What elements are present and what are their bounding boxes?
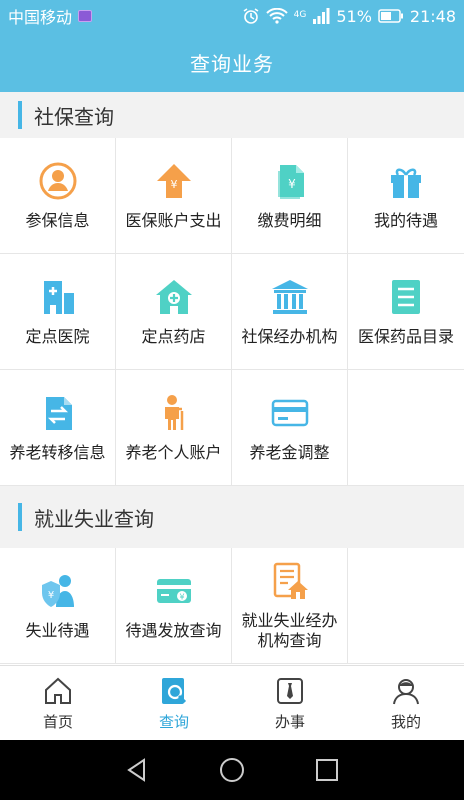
home-icon	[45, 677, 71, 704]
grid-empty-cell	[348, 548, 464, 664]
gift-icon	[391, 168, 421, 198]
transfer-document-icon	[45, 396, 72, 430]
tie-icon	[277, 677, 303, 704]
search-doc-icon	[162, 677, 187, 704]
grid-item-label: 待遇发放查询	[125, 620, 222, 640]
grid-item-label: 定点药店	[141, 326, 206, 346]
social-security-grid: 参保信息 ¥ 医保账户支出 ¥ 缴费明细 我的待遇 定点医院 定点药店 社保经办…	[0, 138, 464, 486]
recents-icon[interactable]	[314, 757, 340, 783]
yuan-document-icon: ¥	[275, 164, 304, 199]
grid-empty-cell	[348, 370, 464, 486]
hospital-icon	[43, 280, 74, 314]
status-bar: 中国移动 4G 51% 21:48	[0, 0, 464, 32]
section-title: 就业失业查询	[34, 506, 154, 531]
section-header-social-security: 社保查询	[0, 92, 464, 138]
svg-text:¥: ¥	[47, 590, 53, 601]
grid-item-payment-details[interactable]: ¥ 缴费明细	[232, 138, 348, 254]
grid-item-label: 参保信息	[25, 210, 90, 230]
tab-query[interactable]: 查询	[116, 666, 232, 740]
card-icon	[271, 399, 308, 426]
grid-item-label: 就业失业经办机构查询	[241, 610, 338, 650]
grid-item-designated-hospital[interactable]: 定点医院	[0, 254, 116, 370]
grid-item-designated-pharmacy[interactable]: 定点药店	[116, 254, 232, 370]
tab-label: 查询	[158, 712, 189, 731]
grid-item-label: 养老转移信息	[9, 442, 106, 462]
section-accent-bar	[18, 101, 22, 129]
section-accent-bar	[18, 503, 22, 531]
grid-item-label: 养老个人账户	[125, 442, 222, 462]
section-title: 社保查询	[34, 104, 114, 129]
yuan-card-icon: ¥	[156, 578, 191, 603]
pharmacy-icon	[155, 279, 192, 314]
signal-icon	[313, 8, 330, 24]
svg-text:¥: ¥	[179, 592, 184, 601]
grid-item-payment-query[interactable]: ¥ 待遇发放查询	[116, 548, 232, 664]
grid-item-insurance-info[interactable]: 参保信息	[0, 138, 116, 254]
grid-item-label: 我的待遇	[373, 210, 438, 230]
tab-label: 办事	[274, 712, 305, 731]
grid-item-my-benefits[interactable]: 我的待遇	[348, 138, 464, 254]
clock: 21:48	[409, 6, 456, 26]
grid-item-pension-account[interactable]: 养老个人账户	[116, 370, 232, 486]
page-title: 查询业务	[190, 51, 274, 76]
network-type: 4G	[293, 9, 307, 20]
system-nav-bar	[0, 740, 464, 800]
message-notification-icon	[78, 10, 93, 22]
employment-grid: ¥ 失业待遇 ¥ 待遇发放查询 就业失业经办机构查询	[0, 548, 464, 665]
grid-item-pension-adjustment[interactable]: 养老金调整	[232, 370, 348, 486]
user-icon	[393, 678, 419, 704]
grid-item-label: 医保账户支出	[125, 210, 222, 230]
grid-item-label: 定点医院	[25, 326, 90, 346]
section-header-employment: 就业失业查询	[0, 486, 464, 548]
grid-item-medical-expense[interactable]: ¥ 医保账户支出	[116, 138, 232, 254]
grid-item-employment-agency[interactable]: 就业失业经办机构查询	[232, 548, 348, 664]
grid-item-label: 缴费明细	[257, 210, 322, 230]
grid-item-label: 养老金调整	[249, 442, 330, 462]
elderly-person-icon	[164, 394, 183, 430]
back-icon[interactable]	[124, 757, 150, 783]
battery-icon	[378, 9, 403, 23]
grid-item-drug-catalog[interactable]: 医保药品目录	[348, 254, 464, 370]
grid-item-label: 失业待遇	[25, 620, 90, 640]
person-shield-icon: ¥	[41, 574, 74, 607]
tab-mine[interactable]: 我的	[348, 666, 464, 740]
page-title-bar: 查询业务	[0, 32, 464, 92]
carrier-name: 中国移动	[8, 8, 73, 27]
grid-item-label: 社保经办机构	[241, 326, 338, 346]
yuan-up-arrow-icon: ¥	[156, 163, 191, 198]
tab-services[interactable]: 办事	[232, 666, 348, 740]
home-circle-icon[interactable]	[219, 757, 245, 783]
tab-home[interactable]: 首页	[0, 666, 116, 740]
grid-item-pension-transfer[interactable]: 养老转移信息	[0, 370, 116, 486]
house-document-icon	[273, 562, 308, 599]
tab-label: 首页	[42, 712, 73, 731]
bank-icon	[271, 279, 308, 314]
bottom-tab-bar: 首页 查询 办事 我的	[0, 665, 464, 740]
svg-text:¥: ¥	[170, 178, 177, 191]
grid-item-agency[interactable]: 社保经办机构	[232, 254, 348, 370]
grid-item-label: 医保药品目录	[357, 326, 454, 346]
alarm-icon	[243, 8, 259, 24]
list-icon	[392, 279, 420, 314]
svg-text:¥: ¥	[288, 177, 296, 191]
grid-item-unemployment-benefits[interactable]: ¥ 失业待遇	[0, 548, 116, 664]
tab-label: 我的	[390, 712, 421, 731]
person-circle-icon	[39, 162, 76, 199]
wifi-icon	[265, 8, 288, 24]
battery-percent: 51%	[336, 6, 372, 26]
